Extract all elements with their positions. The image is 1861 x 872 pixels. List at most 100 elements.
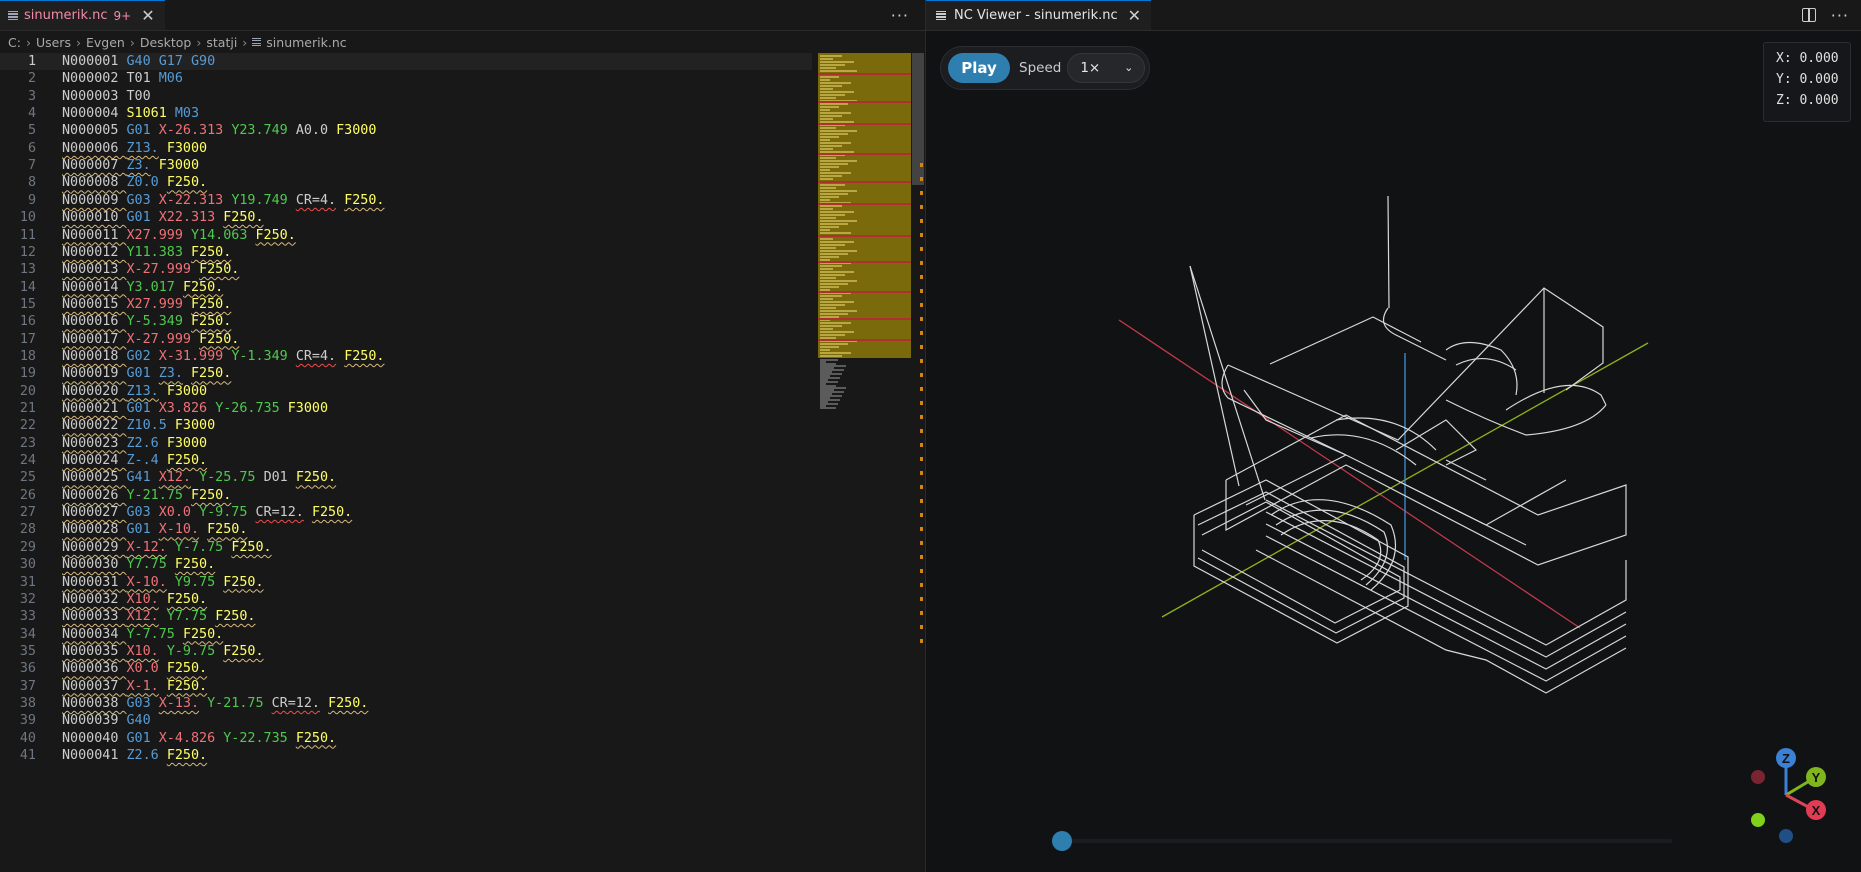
code-line[interactable]: 8 N000008 Z0.0 F250. (0, 174, 812, 191)
code-line[interactable]: 31 N000031 X-10. Y9.75 F250. (0, 574, 812, 591)
minimap-line (820, 61, 854, 63)
minimap-line (820, 217, 836, 219)
code-line[interactable]: 33 N000033 X12. Y7.75 F250. (0, 608, 812, 625)
code-line[interactable]: 37 N000037 X-1. F250. (0, 678, 812, 695)
code-line[interactable]: 12 N000012 Y11.383 F250. (0, 244, 812, 261)
code-line[interactable]: 25 N000025 G41 X12. Y-25.75 D01 F250. (0, 469, 812, 486)
code-line[interactable]: 32 N000032 X10. F250. (0, 591, 812, 608)
breadcrumb-item[interactable]: Users (36, 35, 71, 50)
minimap-line (820, 133, 848, 135)
play-button[interactable]: Play (948, 53, 1010, 83)
gizmo-neg-y[interactable] (1751, 813, 1765, 827)
code-line[interactable]: 24 N000024 Z-.4 F250. (0, 452, 812, 469)
code-text: N000002 T01 M06 (62, 70, 183, 87)
minimap[interactable] (818, 53, 911, 413)
code-token: N000015 (62, 296, 127, 312)
gizmo-neg-x[interactable] (1751, 770, 1765, 784)
code-text: N000009 G03 X-22.313 Y19.749 CR=4. F250. (62, 192, 385, 209)
code-line[interactable]: 16 N000016 Y-5.349 F250. (0, 313, 812, 330)
code-text: N000037 X-1. F250. (62, 678, 207, 695)
code-token: G90 (191, 54, 216, 69)
code-line[interactable]: 40 N000040 G01 X-4.826 Y-22.735 F250. (0, 730, 812, 747)
breadcrumb-item[interactable]: sinumerik.nc (266, 35, 346, 50)
close-icon[interactable]: ✕ (141, 7, 154, 24)
breadcrumb-item[interactable]: C: (8, 35, 21, 50)
code-line[interactable]: 39 N000039 G40 (0, 712, 812, 729)
code-line[interactable]: 28 N000028 G01 X-10. F250. (0, 521, 812, 538)
code-token: N000013 (62, 262, 127, 278)
close-icon[interactable]: ✕ (1128, 6, 1141, 25)
code-line[interactable]: 1 N000001 G40 G17 G90 (0, 53, 812, 70)
timeline-slider[interactable] (1052, 831, 1672, 851)
code-line[interactable]: 41 N000041 Z2.6 F250. (0, 747, 812, 764)
tab-nc-viewer[interactable]: NC Viewer - sinumerik.nc ✕ (926, 0, 1152, 30)
code-line[interactable]: 18 N000018 G02 X-31.999 Y-1.349 CR=4. F25… (0, 348, 812, 365)
code-token: F3000 (166, 383, 208, 399)
code-token: Z13. (126, 140, 159, 156)
code-token: N000003 (62, 88, 127, 104)
code-line[interactable]: 22 N000022 Z10.5 F3000 (0, 417, 812, 434)
code-line[interactable]: 38 N000038 G03 X-13. Y-21.75 CR=12. F250. (0, 695, 812, 712)
code-token: Y3.017 (126, 279, 175, 295)
ruler-warning-marker (920, 527, 923, 531)
code-token: N000020 (62, 383, 127, 399)
timeline-thumb[interactable] (1052, 831, 1072, 851)
minimap-line (820, 184, 845, 186)
code-token: Z-.4 (126, 453, 159, 469)
code-line[interactable]: 29 N000029 X-12. Y-7.75 F250. (0, 539, 812, 556)
line-number: 26 (19, 487, 36, 503)
more-actions-icon[interactable]: ··· (1831, 6, 1849, 25)
line-number: 35 (19, 643, 36, 659)
code-line[interactable]: 3 N000003 T00 (0, 88, 812, 105)
code-line[interactable]: 6 N000006 Z13. F3000 (0, 140, 812, 157)
speed-select[interactable]: 1× ⌄ (1067, 53, 1146, 83)
minimap-line (820, 334, 845, 336)
axis-gizmo[interactable]: Z Y X (1736, 740, 1846, 850)
gizmo-neg-z[interactable] (1779, 829, 1793, 843)
ruler-warning-marker (920, 541, 923, 545)
code-token: N000014 (62, 279, 127, 295)
code-token: F250. (191, 314, 232, 330)
code-line[interactable]: 35 N000035 X10. Y-9.75 F250. (0, 643, 812, 660)
breadcrumb-item[interactable]: Desktop (140, 35, 192, 50)
minimap-line (820, 220, 857, 222)
code-text: N000006 Z13. F3000 (62, 140, 207, 157)
toolpath-3d-view[interactable] (926, 120, 1861, 820)
code-line[interactable]: 34 N000034 Y-7.75 F250. (0, 626, 812, 643)
code-line[interactable]: 15 N000015 X27.999 F250. (0, 296, 812, 313)
code-line[interactable]: 2 N000002 T01 M06 (0, 70, 812, 87)
code-line[interactable]: 19 N000019 G01 Z3. F250. (0, 365, 812, 382)
minimap-line (820, 55, 842, 57)
code-token: F250. (191, 244, 232, 260)
code-line[interactable]: 4 N000004 S1061 M03 (0, 105, 812, 122)
code-line[interactable]: 13 N000013 X-27.999 F250. (0, 261, 812, 278)
breadcrumb-item[interactable]: statji (206, 35, 237, 50)
code-line[interactable]: 20 N000020 Z13. F3000 (0, 383, 812, 400)
code-line[interactable]: 27 N000027 G03 X0.0 Y-9.75 CR=12. F250. (0, 504, 812, 521)
code-line[interactable]: 7 N000007 Z3. F3000 (0, 157, 812, 174)
code-editor[interactable]: 1 N000001 G40 G17 G90 2 N000002 T01 M06 3 N00… (0, 53, 925, 872)
code-line[interactable]: 9 N000009 G03 X-22.313 Y19.749 CR=4. F250… (0, 192, 812, 209)
more-actions-icon[interactable]: ··· (891, 6, 909, 25)
code-line[interactable]: 30 N000030 Y7.75 F250. (0, 556, 812, 573)
code-line[interactable]: 11 N000011 X27.999 Y14.063 F250. (0, 227, 812, 244)
code-text: N000012 Y11.383 F250. (62, 244, 231, 261)
code-line[interactable]: 10 N000010 G01 X22.313 F250. (0, 209, 812, 226)
timeline-track[interactable] (1052, 839, 1672, 843)
code-token: Z2.6 (126, 748, 159, 763)
tab-sinumerik[interactable]: sinumerik.nc 9+ ✕ (0, 0, 165, 30)
code-line[interactable]: 17 N000017 X-27.999 F250. (0, 331, 812, 348)
split-editor-icon[interactable] (1802, 8, 1816, 22)
ruler-warning-marker (920, 485, 923, 489)
code-line[interactable]: 14 N000014 Y3.017 F250. (0, 279, 812, 296)
code-line[interactable]: 21 N000021 G01 X3.826 Y-26.735 F3000 (0, 400, 812, 417)
code-line[interactable]: 23 N000023 Z2.6 F3000 (0, 435, 812, 452)
breadcrumb-item[interactable]: Evgen (86, 35, 125, 50)
code-token: N000041 (62, 748, 127, 763)
code-line[interactable]: 26 N000026 Y-21.75 F250. (0, 487, 812, 504)
code-line[interactable]: 5 N000005 G01 X-26.313 Y23.749 A0.0 F3000 (0, 122, 812, 139)
code-line[interactable]: 36 N000036 X0.0 F250. (0, 660, 812, 677)
